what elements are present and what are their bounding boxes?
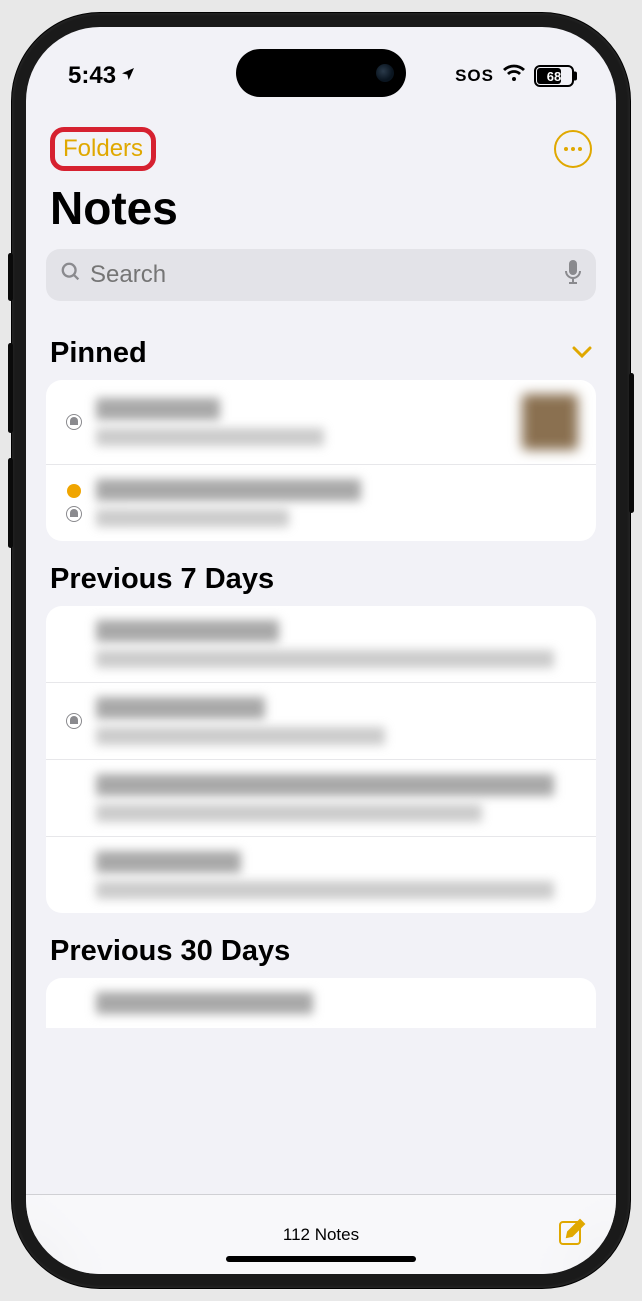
compose-button[interactable] (556, 1216, 588, 1253)
location-icon (120, 66, 136, 87)
wifi-icon (502, 64, 526, 88)
note-row[interactable] (46, 606, 596, 683)
redacted-subtitle (96, 727, 385, 745)
redacted-title (96, 992, 313, 1014)
shared-icon (66, 713, 82, 729)
unread-dot-icon (67, 484, 81, 498)
chevron-down-icon (572, 342, 592, 365)
note-thumbnail (522, 394, 578, 450)
redacted-subtitle (96, 428, 324, 446)
battery-icon: 68 (534, 65, 574, 87)
section-title: Pinned (50, 337, 147, 370)
prev7-notes-card (46, 606, 596, 913)
phone-frame: 5:43 SOS 68 Folders (12, 13, 630, 1288)
search-input[interactable] (90, 261, 556, 289)
volume-up-button (8, 343, 13, 433)
page-title: Notes (26, 179, 616, 249)
pinned-notes-card (46, 380, 596, 541)
home-indicator[interactable] (226, 1256, 416, 1262)
nav-bar: Folders (26, 107, 616, 179)
folders-back-button[interactable]: Folders (50, 127, 156, 171)
dynamic-island (236, 49, 406, 97)
power-button (629, 373, 634, 513)
note-row[interactable] (46, 837, 596, 913)
battery-level: 68 (547, 69, 561, 84)
redacted-subtitle (96, 650, 554, 668)
prev30-notes-card (46, 978, 596, 1028)
redacted-subtitle (96, 509, 289, 527)
volume-down-button (8, 458, 13, 548)
sos-indicator: SOS (455, 66, 494, 86)
redacted-title (96, 479, 361, 501)
redacted-subtitle (96, 804, 482, 822)
shared-icon (66, 414, 82, 430)
note-count: 112 Notes (283, 1225, 359, 1245)
redacted-subtitle (96, 881, 554, 899)
more-options-button[interactable] (554, 130, 592, 168)
redacted-title (96, 851, 241, 873)
section-header-prev7: Previous 7 Days (26, 541, 616, 606)
search-icon (60, 261, 82, 289)
shared-icon (66, 506, 82, 522)
note-row[interactable] (46, 380, 596, 465)
section-title: Previous 30 Days (50, 935, 290, 968)
section-header-prev30: Previous 30 Days (26, 913, 616, 978)
microphone-icon[interactable] (564, 260, 582, 290)
section-title: Previous 7 Days (50, 563, 274, 596)
redacted-title (96, 774, 554, 796)
screen: 5:43 SOS 68 Folders (26, 27, 616, 1274)
front-camera (376, 64, 394, 82)
side-button (8, 253, 13, 301)
note-row[interactable] (46, 760, 596, 837)
bottom-toolbar: 112 Notes (26, 1194, 616, 1274)
redacted-title (96, 620, 279, 642)
note-row[interactable] (46, 978, 596, 1028)
ellipsis-icon (564, 147, 582, 151)
search-bar[interactable] (46, 249, 596, 301)
redacted-title (96, 398, 220, 420)
note-row[interactable] (46, 465, 596, 541)
status-time: 5:43 (68, 62, 116, 90)
redacted-title (96, 697, 265, 719)
section-header-pinned[interactable]: Pinned (26, 315, 616, 380)
note-row[interactable] (46, 683, 596, 760)
